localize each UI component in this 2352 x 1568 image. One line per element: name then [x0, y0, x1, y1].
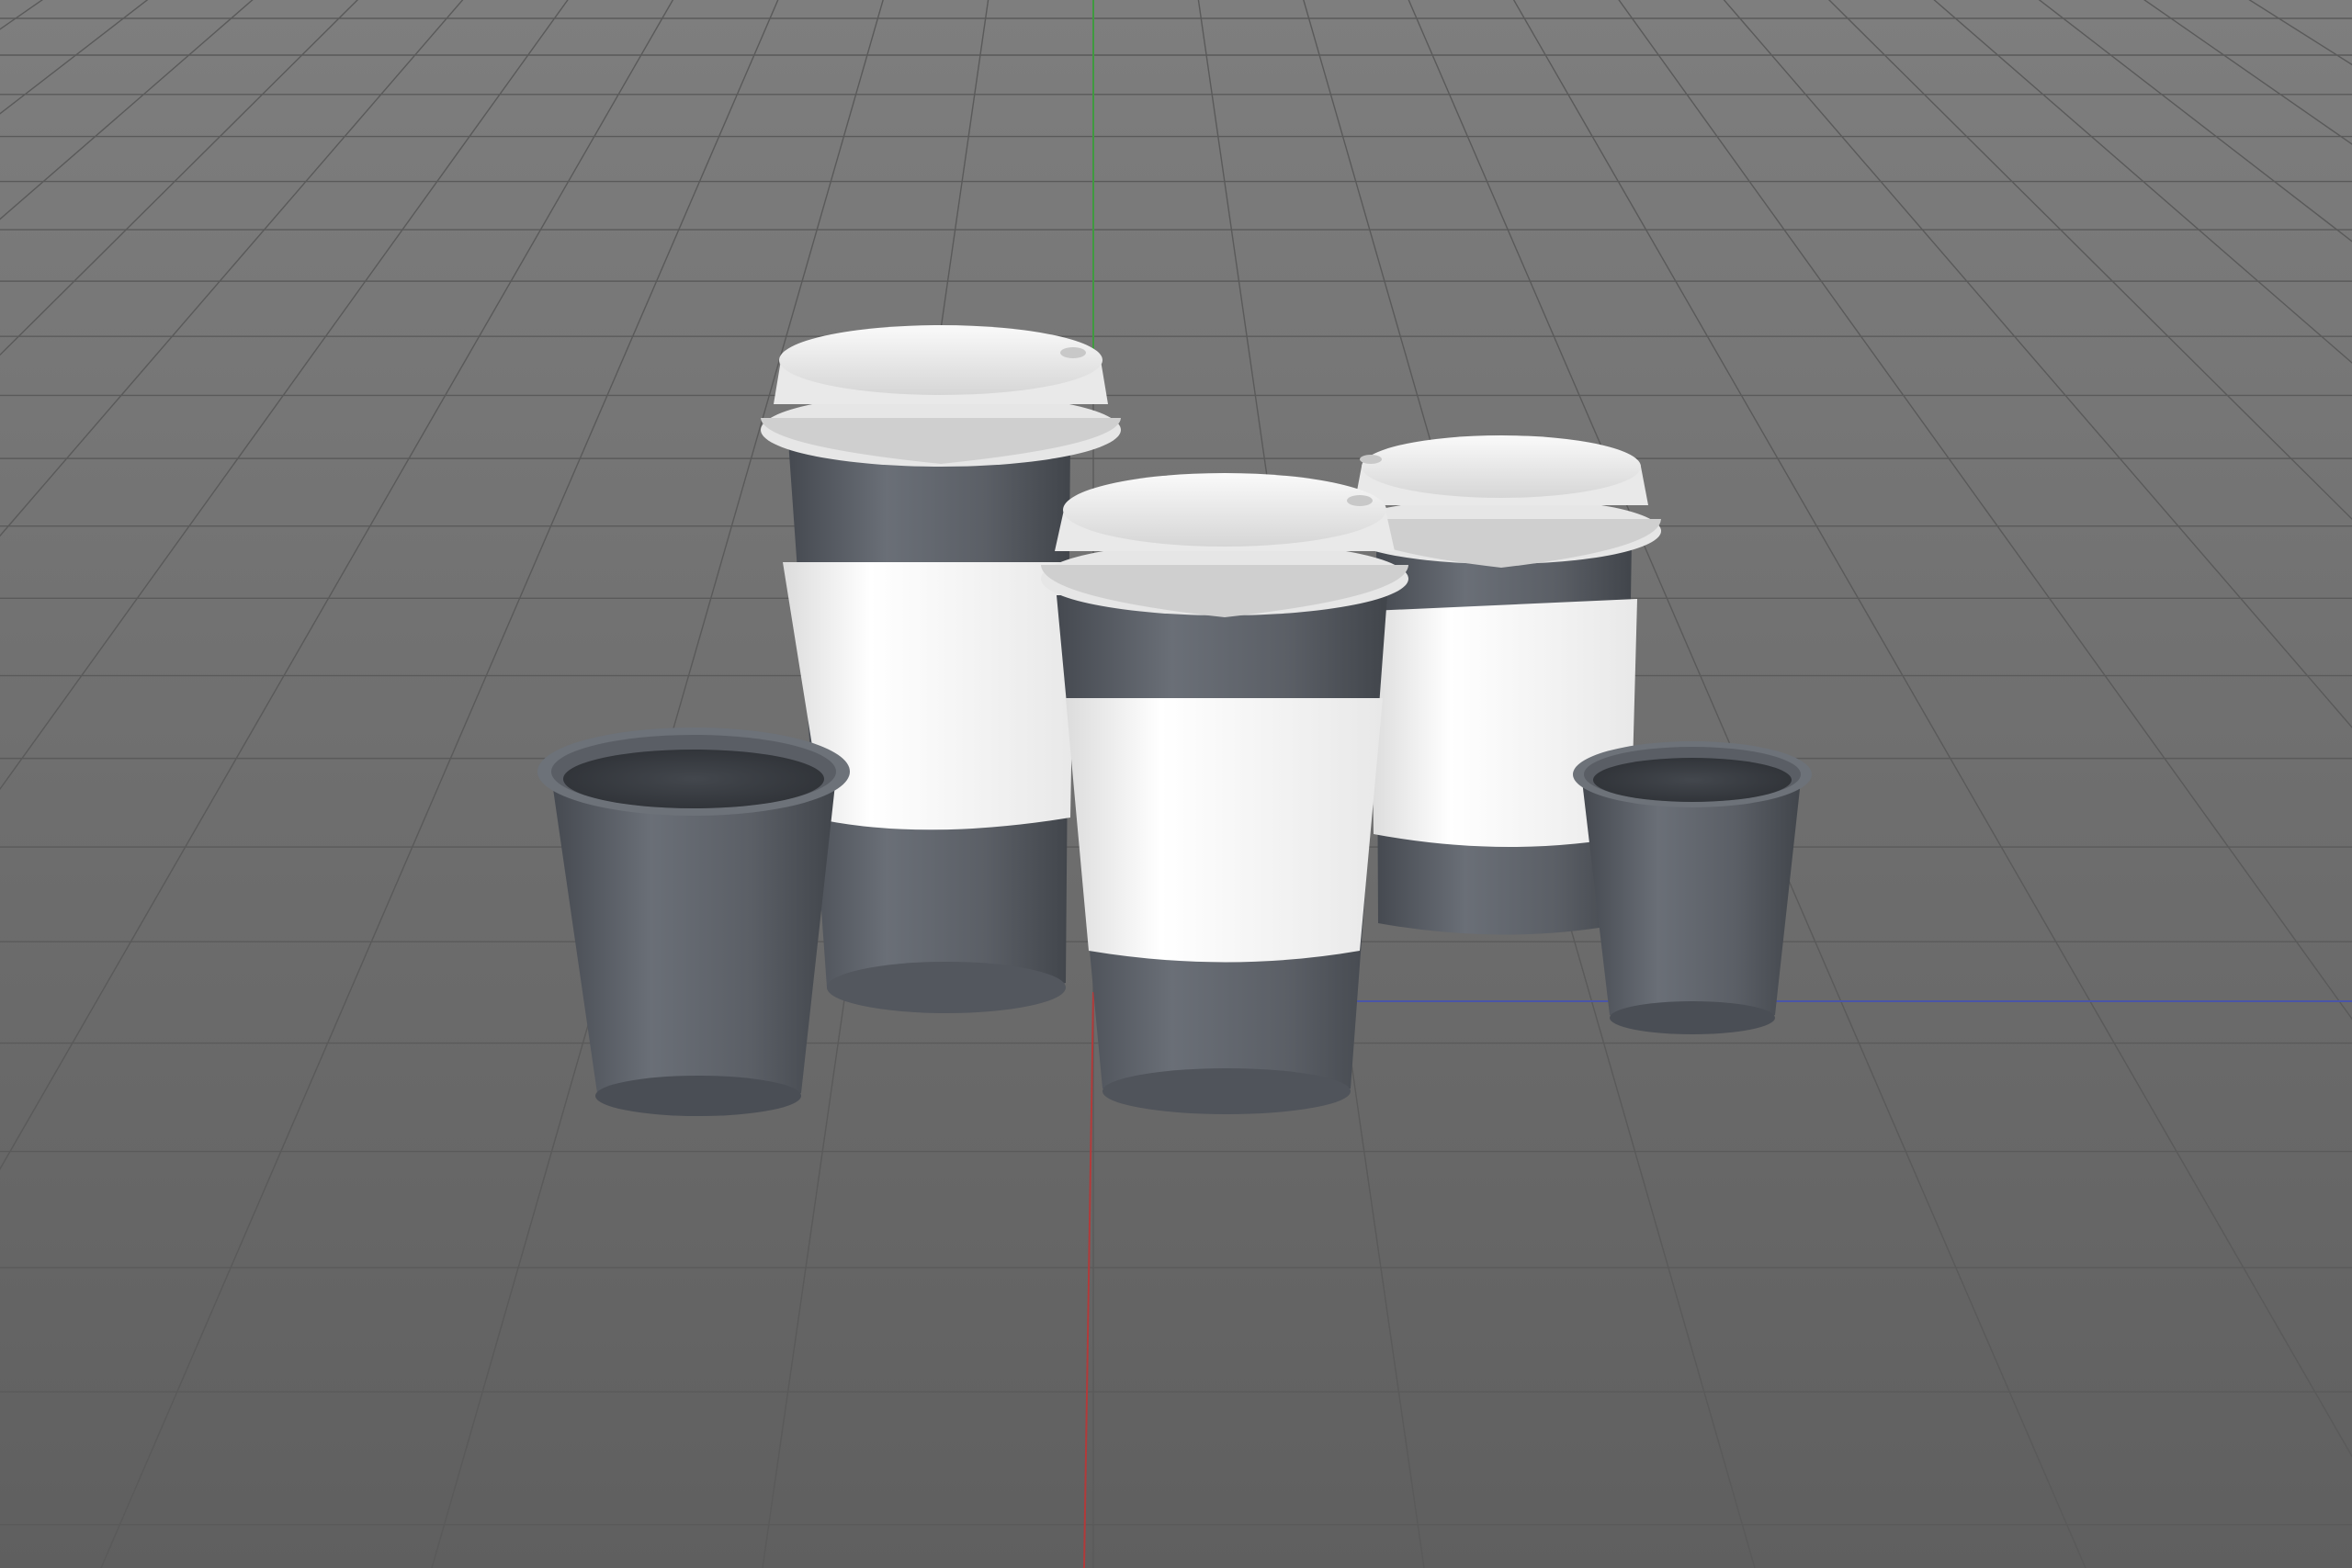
- lid: [1041, 473, 1408, 617]
- sleeve: [1066, 698, 1383, 963]
- 3d-viewport[interactable]: [0, 0, 2352, 1568]
- cup-small-right[interactable]: [1573, 741, 1812, 1034]
- lid: [761, 325, 1121, 467]
- cup-tall-front-center[interactable]: [1041, 473, 1408, 1114]
